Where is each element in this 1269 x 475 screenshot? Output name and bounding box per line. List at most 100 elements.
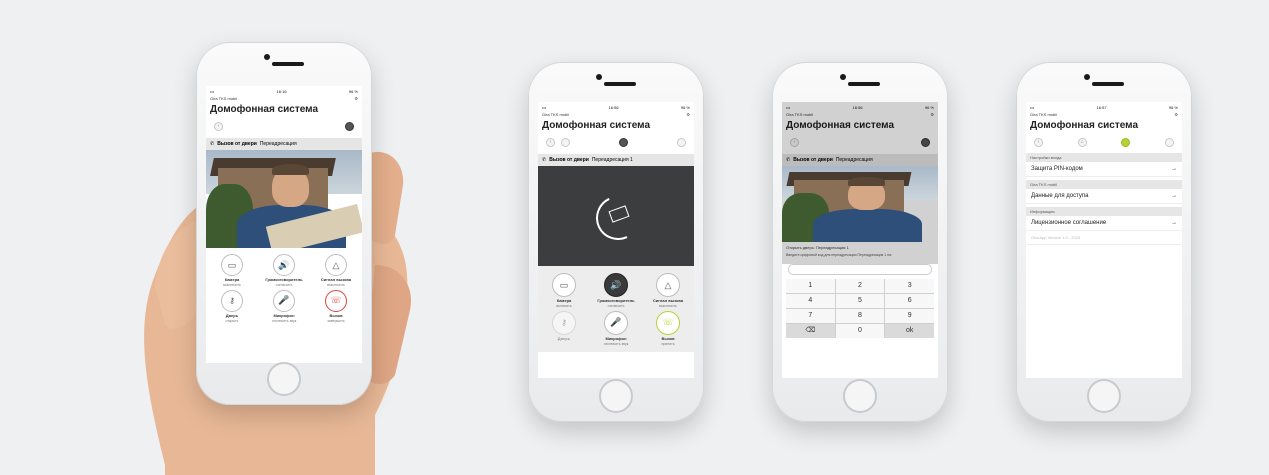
- pin-protection-row[interactable]: Защита PIN-кодом →: [1026, 162, 1182, 177]
- phone-4: ••• 16:57 96 % Gira TKS mobil ⚙ Домофонная …: [1016, 62, 1192, 422]
- section-login: Настройки входа: [1026, 153, 1182, 162]
- home-button[interactable]: [267, 362, 301, 396]
- front-camera: [264, 54, 270, 60]
- mic-sub: отключить звук: [603, 341, 629, 346]
- settings-nav-icon[interactable]: [1121, 137, 1131, 147]
- mic-button[interactable]: 🎤 Микрофон отключить звук: [590, 308, 642, 346]
- settings-nav-icon[interactable]: [345, 121, 354, 131]
- page-title: Домофонная система: [542, 120, 651, 131]
- key-2[interactable]: 2: [835, 278, 885, 293]
- license-row[interactable]: Лицензионное соглашение →: [1026, 216, 1182, 231]
- back-icon[interactable]: ‹: [214, 121, 223, 131]
- bell-icon: △: [325, 254, 347, 276]
- nav-row: ‹ ⌂: [1026, 134, 1182, 150]
- arrow-right-icon: →: [1171, 166, 1177, 172]
- home-button[interactable]: [1087, 379, 1121, 413]
- key-1[interactable]: 1: [786, 278, 835, 293]
- key-0[interactable]: 0: [835, 323, 885, 338]
- delete-key[interactable]: ⌫: [786, 323, 835, 338]
- section-info: Информация: [1026, 207, 1182, 216]
- screen-1: ••• 16:16 96 % Gira TKS mobil ⚙ Домофонная …: [206, 86, 362, 363]
- bell-button[interactable]: △ Сигнал вызова выключить: [310, 251, 362, 287]
- bell-button[interactable]: △ Сигнал вызова выключить: [642, 270, 694, 308]
- key-7[interactable]: 7: [786, 308, 835, 323]
- video-loading: [538, 166, 694, 266]
- door-button[interactable]: ⚷ Дверь: [538, 308, 590, 346]
- key-9[interactable]: 9: [885, 308, 934, 323]
- end-call-button[interactable]: ☏ Вызов завершить: [310, 287, 362, 323]
- nav-icon-2[interactable]: [561, 137, 570, 147]
- settings-icon[interactable]: ⚙: [686, 112, 690, 118]
- battery: 96 %: [680, 104, 690, 110]
- settings-icon[interactable]: ⚙: [354, 96, 358, 102]
- phone-icon: ✆: [210, 141, 215, 147]
- home-nav-icon[interactable]: ⌂: [1077, 137, 1087, 147]
- arrow-right-icon: →: [1171, 193, 1177, 199]
- bell-icon: △: [656, 273, 680, 297]
- clock: 16:57: [1096, 104, 1107, 110]
- phone-3: ••• 16:56 96 % Gira TKS mobil ⚙ Домофонная …: [772, 62, 948, 422]
- settings-nav-icon[interactable]: [619, 137, 628, 147]
- microphone-icon: 🎤: [273, 289, 295, 312]
- pin-protection-label: Защита PIN-кодом: [1031, 166, 1083, 172]
- earpiece: [272, 62, 304, 66]
- speaker-button[interactable]: 🔊 Громкоговоритель отключить: [590, 270, 642, 308]
- back-icon[interactable]: ‹: [1034, 137, 1043, 147]
- key-icon: ⚷: [552, 310, 576, 335]
- settings-icon[interactable]: ⚙: [1174, 112, 1178, 118]
- key-4[interactable]: 4: [786, 293, 835, 308]
- screen-4: ••• 16:57 96 % Gira TKS mobil ⚙ Домофонная …: [1026, 102, 1182, 378]
- home-button[interactable]: [843, 379, 877, 413]
- nav-icon-4[interactable]: [677, 137, 686, 147]
- access-data-label: Данные для доступа: [1031, 193, 1089, 199]
- accept-call-icon: ☏: [656, 310, 680, 335]
- door-sub: открыть: [225, 318, 239, 323]
- key-6[interactable]: 6: [885, 293, 934, 308]
- app-name: Gira TKS mobil: [1030, 112, 1058, 117]
- door-label: Дверь: [557, 335, 571, 341]
- status-bar: ••• 16:16 96 %: [210, 88, 358, 94]
- clock: 16:16: [276, 88, 287, 94]
- arrow-right-icon: →: [1171, 220, 1177, 226]
- call-sub: принять: [661, 341, 675, 346]
- clock: 16:56: [608, 104, 619, 110]
- camera-icon: ▭: [552, 273, 576, 297]
- page-title: Домофонная система: [210, 104, 319, 115]
- camera-icon: ▭: [221, 254, 243, 276]
- speaker-icon: 🔊: [273, 254, 295, 276]
- key-8[interactable]: 8: [835, 308, 885, 323]
- status-bar: ••• 16:57 96 %: [1030, 104, 1178, 110]
- call-banner: ✆ Вызов от двери Переадресация 1: [538, 154, 694, 166]
- mic-button[interactable]: 🎤 Микрофон отключить звук: [258, 287, 310, 323]
- access-data-row[interactable]: Данные для доступа →: [1026, 189, 1182, 204]
- mic-sub: отключить звук: [271, 318, 297, 323]
- home-button[interactable]: [599, 379, 633, 413]
- camera-button[interactable]: ▭ Камера выключить: [206, 251, 258, 287]
- end-call-icon: ☏: [325, 289, 347, 312]
- pin-input[interactable]: [788, 263, 932, 275]
- page-title: Домофонная система: [1030, 120, 1139, 131]
- app-name: Gira TKS mobil: [210, 96, 238, 101]
- battery: 96 %: [1168, 104, 1178, 110]
- back-icon[interactable]: ‹: [546, 137, 555, 147]
- nav-row: ‹: [538, 134, 694, 150]
- phone-2: ••• 16:56 96 % Gira TKS mobil ⚙ Домофонная …: [528, 62, 704, 422]
- keypad: 1 2 3 4 5 6 7 8 9 ⌫ 0 ok: [786, 278, 934, 338]
- phone-1: ••• 16:16 96 % Gira TKS mobil ⚙ Домофонная …: [196, 42, 372, 405]
- accept-call-button[interactable]: ☏ Вызов принять: [642, 308, 694, 346]
- key-icon: ⚷: [221, 289, 243, 312]
- speaker-icon: 🔊: [604, 273, 628, 297]
- microphone-icon: 🎤: [604, 310, 628, 335]
- call-location: Переадресация 1: [591, 157, 633, 163]
- key-3[interactable]: 3: [885, 278, 934, 293]
- key-5[interactable]: 5: [835, 293, 885, 308]
- camera-button[interactable]: ▭ Камера включить: [538, 270, 590, 308]
- video-feed: [782, 166, 938, 242]
- call-banner: ✆ Вызов от двери Переадресация: [206, 138, 362, 150]
- nav-icon-4[interactable]: [1165, 137, 1175, 147]
- door-button[interactable]: ⚷ Дверь открыть: [206, 287, 258, 323]
- call-sub: завершить: [327, 318, 345, 323]
- nav-row: ‹: [206, 118, 362, 134]
- ok-key[interactable]: ok: [885, 323, 934, 338]
- speaker-button[interactable]: 🔊 Громкоговоритель отключить: [258, 251, 310, 287]
